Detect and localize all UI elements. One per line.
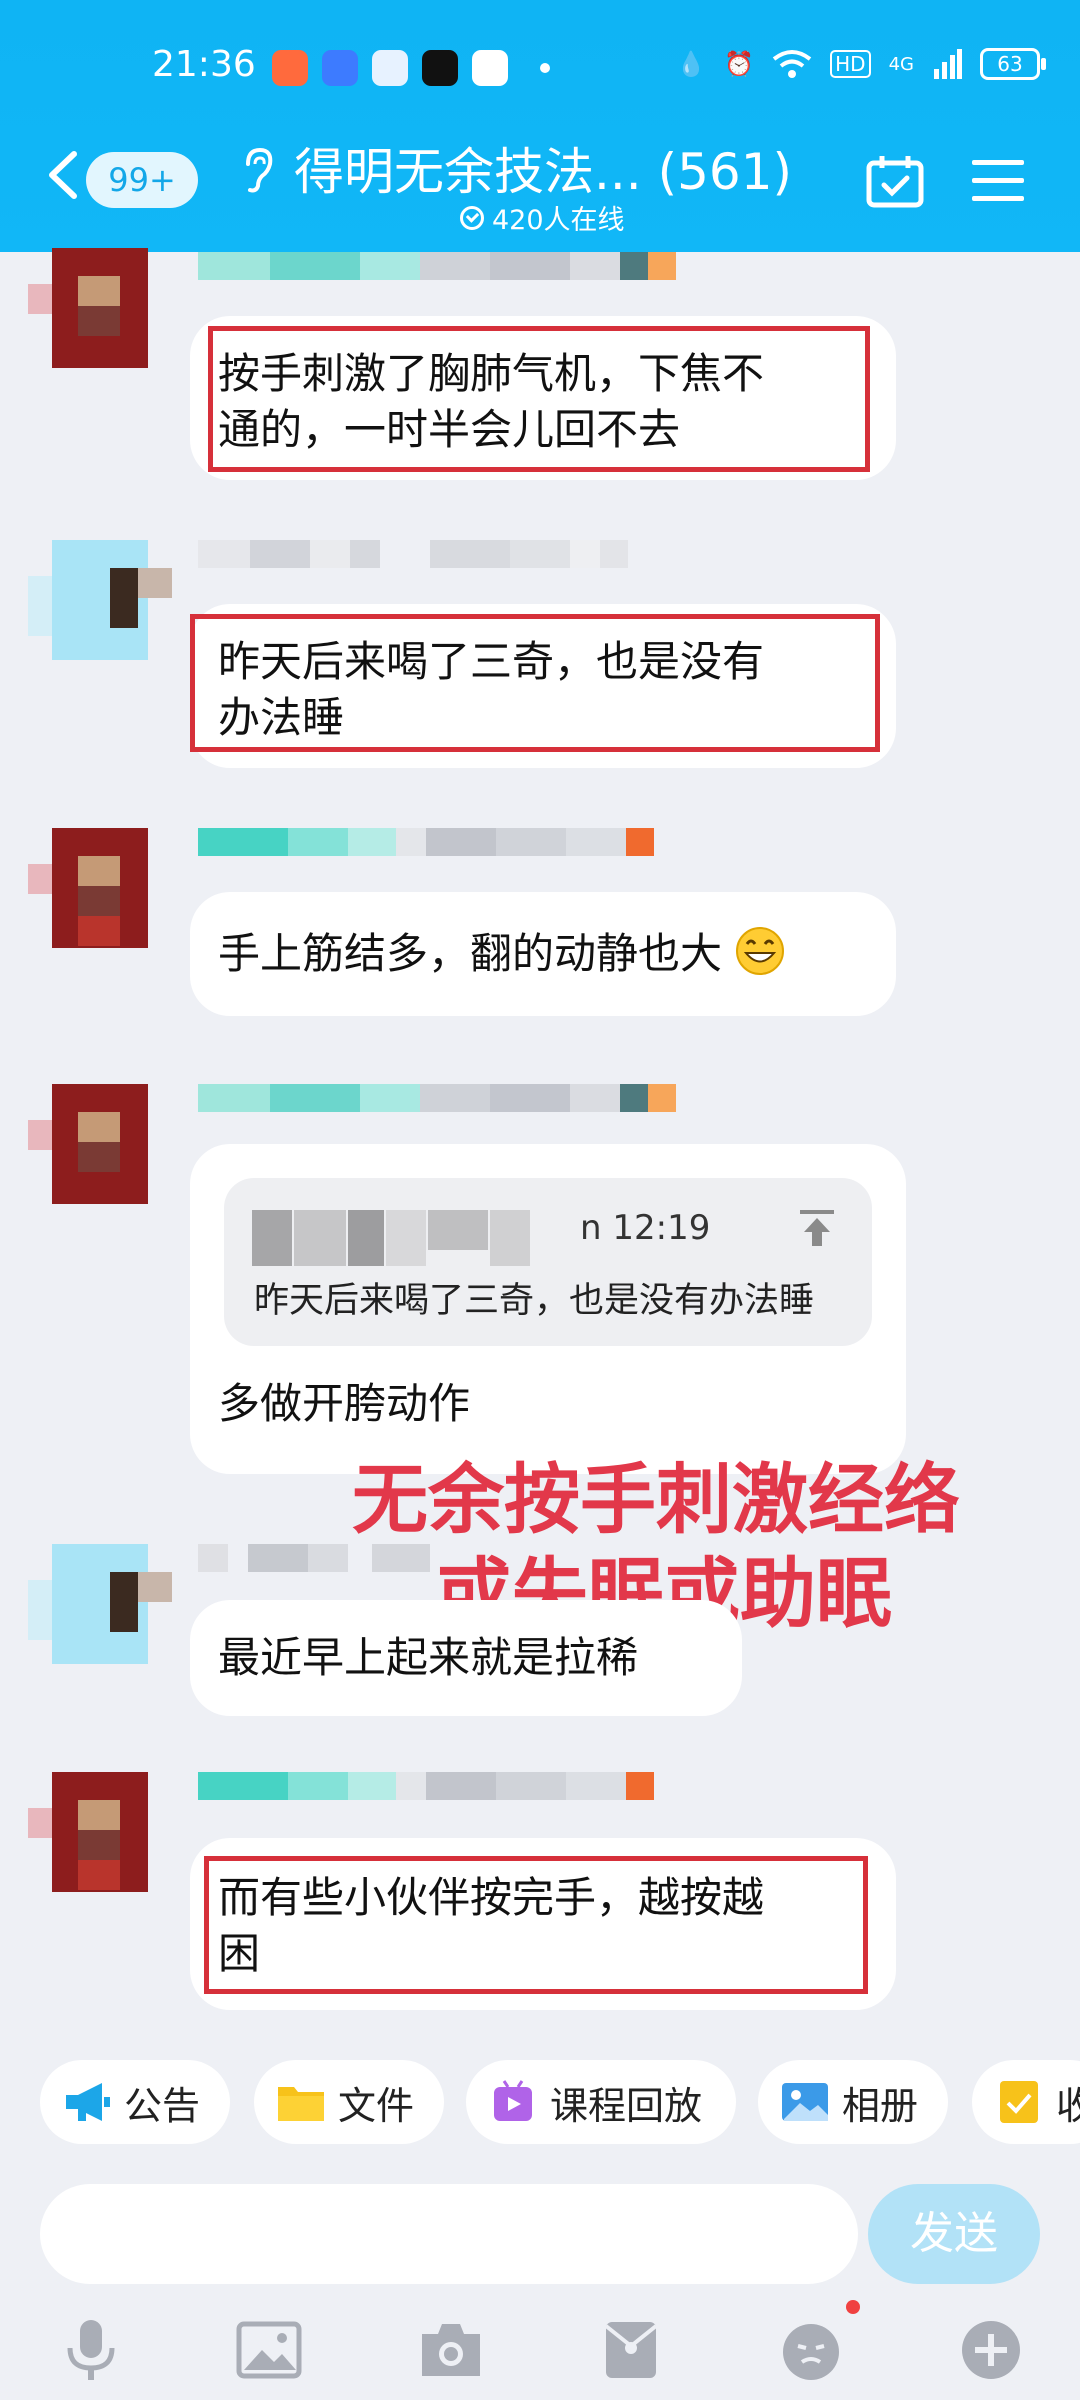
shortcut-course-replay[interactable]: 课程回放	[466, 2060, 736, 2144]
highlight-box	[204, 1856, 868, 1994]
album-icon	[782, 2083, 828, 2121]
group-title[interactable]: 得明无余技法... (561)	[294, 132, 792, 204]
back-arrow-icon[interactable]	[44, 150, 80, 200]
network-type: 4G	[888, 53, 914, 75]
signal-icon	[934, 49, 962, 79]
message-bubble[interactable]: 手上筋结多，翻的动静也大	[190, 892, 896, 1016]
red-packet-icon[interactable]	[598, 2318, 664, 2382]
course-replay-icon	[494, 2080, 532, 2121]
message-input[interactable]	[40, 2184, 858, 2284]
avatar[interactable]	[28, 828, 172, 948]
battery-icon: 63	[980, 48, 1046, 80]
message-text-line: 多做开胯动作	[218, 1379, 471, 1428]
shortcut-label: 收	[1056, 2083, 1080, 2128]
more-notifications-dot	[540, 63, 550, 73]
wifi-icon	[772, 50, 812, 78]
quoted-reply[interactable]: n 12:19 昨天后来喝了三奇，也是没有办法睡	[224, 1178, 872, 1346]
emoji-icon[interactable]	[778, 2318, 844, 2382]
shortcut-files[interactable]: 文件	[254, 2060, 444, 2144]
chat-header: 21:36 💧 ⏰ HD 4G 63 99+ 得明无余技法... (561) 4…	[0, 0, 1080, 252]
highlight-box	[208, 326, 870, 472]
shortcut-announcement[interactable]: 公告	[40, 2060, 230, 2144]
sender-name-redacted	[198, 540, 628, 568]
notification-app-icon	[372, 50, 408, 86]
shortcut-label: 公告	[124, 2083, 201, 2128]
avatar[interactable]	[28, 1544, 172, 1664]
plus-icon[interactable]	[958, 2318, 1024, 2382]
highlight-box	[190, 614, 880, 752]
quoted-text: 昨天后来喝了三奇，也是没有办法睡	[254, 1281, 815, 1321]
notification-app-icon	[472, 50, 508, 86]
water-drop-icon: 💧	[676, 50, 707, 78]
avatar[interactable]	[28, 540, 172, 660]
image-icon[interactable]	[236, 2318, 302, 2382]
notification-app-icon	[322, 50, 358, 86]
camera-icon[interactable]	[418, 2318, 484, 2382]
sender-name-redacted	[198, 828, 654, 856]
avatar[interactable]	[28, 1772, 172, 1892]
microphone-icon[interactable]	[58, 2318, 124, 2382]
status-indicators: 💧 ⏰ HD 4G 63	[676, 48, 1046, 80]
megaphone-icon	[66, 2083, 110, 2121]
folder-icon	[278, 2087, 324, 2121]
new-emoji-dot	[846, 2300, 860, 2314]
status-app-icons	[272, 50, 550, 86]
status-time: 21:36	[152, 44, 256, 85]
online-count-text: 420人在线	[492, 205, 625, 236]
jump-to-original-icon[interactable]	[798, 1208, 836, 1248]
sender-name-redacted	[198, 1084, 676, 1112]
avatar[interactable]	[28, 248, 172, 368]
notification-app-icon	[272, 50, 308, 86]
online-check-icon	[460, 205, 484, 230]
calendar-check-icon[interactable]	[866, 154, 924, 208]
send-button[interactable]: 发送	[868, 2184, 1040, 2284]
sender-name-redacted	[198, 1772, 654, 1800]
online-count[interactable]: 420人在线	[460, 198, 625, 237]
avatar[interactable]	[28, 1084, 172, 1204]
menu-icon[interactable]	[972, 158, 1024, 202]
collection-icon	[1000, 2081, 1038, 2123]
ear-icon[interactable]	[240, 146, 274, 194]
message-text-line: 手上筋结多，翻的动静也大	[218, 929, 723, 978]
shortcut-collection[interactable]: 收	[972, 2060, 1080, 2144]
shortcut-label: 课程回放	[550, 2083, 703, 2128]
message-text-line: 最近早上起来就是拉稀	[218, 1633, 639, 1682]
shortcut-album[interactable]: 相册	[758, 2060, 948, 2144]
sender-name-redacted	[198, 252, 676, 280]
quoted-time: n 12:19	[580, 1208, 711, 1248]
sender-name-redacted	[198, 1544, 430, 1572]
grin-emoji	[736, 927, 785, 975]
shortcut-label: 文件	[338, 2083, 415, 2128]
unread-count-badge[interactable]: 99+	[86, 152, 198, 208]
message-bubble[interactable]: 最近早上起来就是拉稀	[190, 1600, 742, 1716]
quoted-sender-redacted	[252, 1210, 530, 1266]
tiktok-icon	[422, 50, 458, 86]
alarm-icon: ⏰	[724, 50, 755, 78]
hd-icon: HD	[830, 50, 871, 78]
shortcut-label: 相册	[842, 2083, 919, 2128]
